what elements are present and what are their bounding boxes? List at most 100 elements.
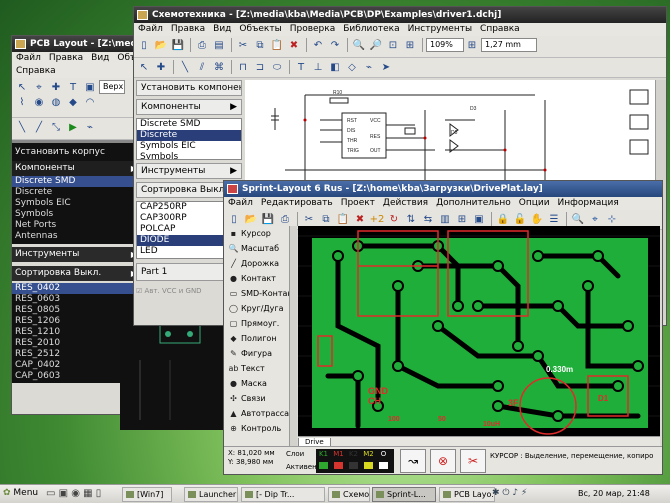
layer-switcher[interactable]: K1 M1 K2 M2 O — [316, 449, 394, 473]
track-mode-icon[interactable]: ↝ — [400, 449, 426, 473]
menu-item[interactable]: Объекты — [235, 24, 285, 34]
save-icon[interactable]: 💾 — [170, 38, 186, 53]
cross-icon[interactable]: ✚ — [153, 60, 169, 75]
delete-icon[interactable]: ✖ — [286, 38, 302, 53]
bus-icon[interactable]: ⫽ — [194, 60, 210, 75]
tool-item[interactable]: ◆ Полигон — [224, 331, 296, 346]
binoculars-icon[interactable]: ⌘ — [211, 60, 227, 75]
layer-swatch[interactable] — [349, 462, 358, 469]
layer-button[interactable]: M2 — [361, 449, 376, 460]
lock-icon[interactable]: 🔒 — [495, 212, 511, 227]
rotate-icon[interactable]: ↻ — [386, 212, 402, 227]
shape-icon[interactable]: ◇ — [344, 60, 360, 75]
drc-icon[interactable]: ✂ — [460, 449, 486, 473]
menu-item[interactable]: Файл — [224, 198, 257, 208]
layer-swatch[interactable] — [334, 462, 343, 469]
pcb-board-canvas[interactable]: GND CH 3F 0.330m D1 10uH 50 100 — [298, 226, 660, 436]
place-icon[interactable]: ⊓ — [235, 60, 251, 75]
connections-icon[interactable]: ⊗ — [430, 449, 456, 473]
component-icon[interactable]: ▣ — [471, 212, 487, 227]
taskbar-button[interactable]: Sprint-L... — [372, 487, 436, 502]
install-footprint-label[interactable]: Установить корпус — [12, 143, 140, 161]
new-icon[interactable]: ▯ — [226, 212, 242, 227]
cut-icon[interactable]: ✂ — [301, 212, 317, 227]
tool-item[interactable]: ▲ Автотрасса — [224, 406, 296, 421]
quicklaunch-icons[interactable]: ▭ ▣ ◉ ▦ ▯ — [46, 488, 101, 499]
grid-combo[interactable]: 1,27 mm — [481, 38, 537, 52]
wire-icon[interactable]: ╲ — [177, 60, 193, 75]
sprint-layout-window[interactable]: Sprint-Layout 6 Rus - [Z:\home\kba\Загру… — [223, 180, 663, 475]
chip-icon[interactable]: ▣ — [82, 80, 98, 95]
text-icon[interactable]: T — [293, 60, 309, 75]
list-item[interactable]: Discrete — [137, 130, 241, 141]
menu-item[interactable]: Правка — [45, 53, 87, 63]
zoom-fit-icon[interactable]: ⊡ — [385, 38, 401, 53]
zoom-out-icon[interactable]: 🔎 — [368, 38, 384, 53]
list-item[interactable]: Symbols EIC — [137, 141, 241, 152]
pin-icon[interactable]: ⌖ — [31, 80, 47, 95]
sprint-titlebar[interactable]: Sprint-Layout 6 Rus - [Z:\home\kba\Загру… — [224, 181, 662, 197]
layers-icon[interactable]: ☰ — [546, 212, 562, 227]
zoom-area-icon[interactable]: ⊞ — [402, 38, 418, 53]
cut-icon[interactable]: ✂ — [235, 38, 251, 53]
pcb-canvas[interactable] — [120, 320, 230, 430]
crosshair-icon[interactable]: ⌖ — [587, 212, 603, 227]
components-header[interactable]: Компоненты ▶ — [136, 99, 242, 115]
tools-header[interactable]: Инструменты▶ — [12, 247, 140, 262]
new-icon[interactable]: ▯ — [136, 38, 152, 53]
net-icon[interactable]: ⌁ — [82, 120, 98, 135]
zoom-in-icon[interactable]: 🔍 — [351, 38, 367, 53]
pcb-layout-titlebar[interactable]: PCB Layout - [Z:\media\k — [12, 36, 140, 52]
tool-item[interactable]: ▢ Прямоуг. — [224, 316, 296, 331]
tool-item[interactable]: ● Маска — [224, 376, 296, 391]
menu-item[interactable]: Справка — [12, 66, 60, 76]
tool-item[interactable]: ✎ Фигура — [224, 346, 296, 361]
menu-item[interactable]: Правка — [167, 24, 209, 34]
port-icon[interactable]: ⊐ — [252, 60, 268, 75]
list-item[interactable]: Symbols — [12, 209, 140, 220]
flip-icon[interactable]: ⇅ — [403, 212, 419, 227]
tool-item[interactable]: ⊕ Контроль — [224, 421, 296, 436]
list-item[interactable]: Discrete — [12, 187, 140, 198]
tools-header[interactable]: Инструменты▶ — [136, 163, 242, 179]
tool-item[interactable]: ✣ Связи — [224, 391, 296, 406]
snap-icon[interactable]: ⊹ — [604, 212, 620, 227]
tool-item[interactable]: ● Контакт — [224, 271, 296, 286]
bucket-icon[interactable]: ◧ — [327, 60, 343, 75]
ellipse-icon[interactable]: ⬭ — [269, 60, 285, 75]
taskbar-button[interactable]: [- Dip Tr... — [241, 487, 325, 502]
list-item[interactable]: RES_0402 — [12, 283, 140, 294]
list-item[interactable]: Discrete SMD — [137, 119, 241, 130]
menu-item[interactable]: Справка — [476, 24, 524, 34]
menu-item[interactable]: Библиотека — [339, 24, 403, 34]
install-component-header[interactable]: Установить компонент — [136, 80, 242, 96]
pad-icon[interactable]: ◍ — [48, 95, 64, 110]
wire-icon[interactable]: ╲ — [14, 120, 30, 135]
align-icon[interactable]: ▥ — [437, 212, 453, 227]
menu-item[interactable]: Проект — [337, 198, 379, 208]
wire3-icon[interactable]: ⤡ — [48, 120, 64, 135]
paste-icon[interactable]: 📋 — [335, 212, 351, 227]
menu-item[interactable]: Файл — [134, 24, 167, 34]
cursor-icon[interactable]: ↖ — [14, 80, 30, 95]
paste-icon[interactable]: 📋 — [269, 38, 285, 53]
save-icon[interactable]: 💾 — [260, 212, 276, 227]
open-icon[interactable]: 📂 — [243, 212, 259, 227]
list-item[interactable]: Symbols — [137, 152, 241, 159]
list-item[interactable]: RES_0603 — [12, 294, 140, 305]
tool-panel-scrollbar[interactable] — [289, 226, 297, 446]
menu-item[interactable]: Действия — [379, 198, 432, 208]
layer-button[interactable]: K1 — [316, 449, 331, 460]
menu-item[interactable]: Файл — [12, 53, 45, 63]
unlock-icon[interactable]: 🔓 — [512, 212, 528, 227]
schematic-titlebar[interactable]: Схемотехника - [Z:\media\kba\Media\PCB\D… — [134, 7, 666, 23]
tray-icons[interactable]: ✱ ⏻ ♪ ⚡ — [492, 488, 527, 498]
menu-item[interactable]: Информация — [554, 198, 623, 208]
zoom-combo[interactable]: 109% — [426, 38, 464, 52]
layer-button[interactable]: M1 — [331, 449, 346, 460]
via-icon[interactable]: ◉ — [31, 95, 47, 110]
menu-item[interactable]: Вид — [87, 53, 113, 63]
play-icon[interactable]: ▶ — [65, 120, 81, 135]
list-item[interactable]: Discrete SMD — [12, 176, 140, 187]
power-icon[interactable]: ⊥ — [310, 60, 326, 75]
